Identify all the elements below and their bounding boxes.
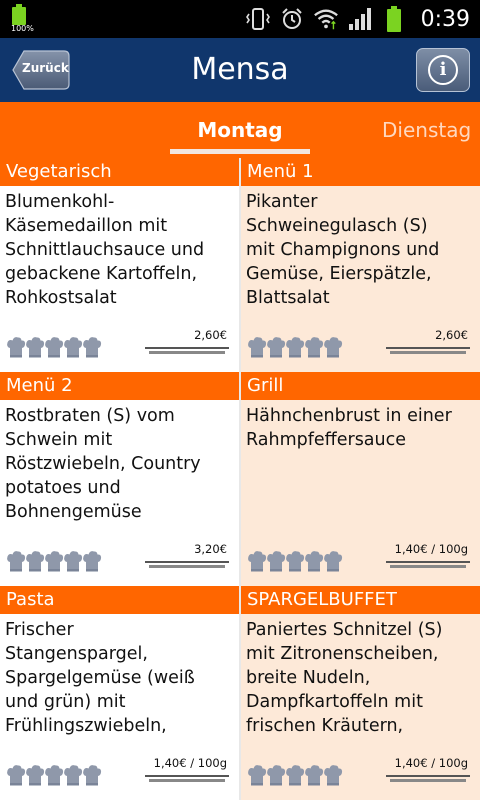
chef-hat-icon — [247, 764, 267, 786]
plate-icon — [145, 347, 229, 354]
tab-indicator — [170, 149, 310, 154]
menu-card-description: Hähnchenbrust in einer Rahmpfeffersauce — [246, 406, 452, 450]
day-tabs: Montag Dienstag — [0, 102, 480, 158]
chef-hat-icon — [25, 764, 45, 786]
menu-card-price: 1,40€ / 100g — [394, 542, 468, 556]
chef-hat-icon — [25, 550, 45, 572]
chef-hat-icon — [285, 550, 305, 572]
menu-card-category: Vegetarisch — [0, 158, 239, 186]
info-icon: i — [428, 55, 458, 85]
plate-icon — [145, 775, 229, 782]
plate-icon — [386, 347, 470, 354]
menu-card-category: Menü 2 — [0, 372, 239, 400]
chef-hat-icon — [44, 764, 64, 786]
chef-hat-icon — [82, 336, 102, 358]
menu-grid: Vegetarisch Blumenkohl- Käsemedaillon mi… — [0, 158, 480, 800]
app-header: Mensa Zurück i — [0, 38, 480, 102]
rating-chef-hats-icon[interactable] — [247, 550, 343, 572]
rating-chef-hats-icon[interactable] — [6, 550, 102, 572]
chef-hat-icon — [25, 336, 45, 358]
chef-hat-icon — [6, 336, 26, 358]
menu-card-menu-2[interactable]: Menü 2 Rostbraten (S) vom Schwein mit Rö… — [0, 372, 239, 586]
chef-hat-icon — [82, 764, 102, 786]
chef-hat-icon — [63, 336, 83, 358]
chef-hat-icon — [44, 550, 64, 572]
info-button[interactable]: i — [416, 48, 470, 92]
rating-chef-hats-icon[interactable] — [6, 336, 102, 358]
chef-hat-icon — [82, 550, 102, 572]
tab-montag[interactable]: Montag — [170, 118, 310, 142]
menu-card-description: Frischer Stangenspargel, Spargelgemüse (… — [5, 620, 195, 736]
plate-icon — [386, 775, 470, 782]
menu-card-grill[interactable]: Grill Hähnchenbrust in einer Rahmpfeffer… — [241, 372, 480, 586]
menu-card-category: Pasta — [0, 586, 239, 614]
menu-card-menu-1[interactable]: Menü 1 Pikanter Schweinegulasch (S) mit … — [241, 158, 480, 372]
menu-card-price: 1,40€ / 100g — [394, 756, 468, 770]
back-button-label: Zurück — [22, 61, 69, 75]
page-title: Mensa — [191, 52, 289, 87]
plate-icon — [145, 561, 229, 568]
chef-hat-icon — [6, 764, 26, 786]
chef-hat-icon — [6, 550, 26, 572]
signal-icon — [347, 6, 373, 32]
menu-card-vegetarisch[interactable]: Vegetarisch Blumenkohl- Käsemedaillon mi… — [0, 158, 239, 372]
rating-chef-hats-icon[interactable] — [6, 764, 102, 786]
chef-hat-icon — [266, 336, 286, 358]
menu-card-category: SPARGELBUFFET — [241, 586, 480, 614]
menu-card-price: 3,20€ — [194, 542, 227, 556]
menu-card-price: 1,40€ / 100g — [153, 756, 227, 770]
rating-chef-hats-icon[interactable] — [247, 764, 343, 786]
chef-hat-icon — [63, 550, 83, 572]
wifi-icon — [313, 6, 339, 32]
menu-card-price: 2,60€ — [194, 328, 227, 342]
back-button[interactable]: Zurück — [12, 50, 70, 90]
vibrate-icon — [245, 6, 271, 32]
chef-hat-icon — [304, 336, 324, 358]
chef-hat-icon — [247, 336, 267, 358]
tab-dienstag[interactable]: Dienstag — [382, 118, 471, 142]
rating-chef-hats-icon[interactable] — [247, 336, 343, 358]
menu-card-description: Pikanter Schweinegulasch (S) mit Champig… — [246, 192, 440, 308]
chef-hat-icon — [44, 336, 64, 358]
chef-hat-icon — [323, 336, 343, 358]
chef-hat-icon — [63, 764, 83, 786]
chef-hat-icon — [266, 764, 286, 786]
chef-hat-icon — [304, 764, 324, 786]
menu-card-description: Blumenkohl- Käsemedaillon mit Schnittlau… — [5, 192, 205, 308]
menu-card-price: 2,60€ — [435, 328, 468, 342]
chef-hat-icon — [266, 550, 286, 572]
menu-card-category: Grill — [241, 372, 480, 400]
alarm-icon — [279, 6, 305, 32]
plate-icon — [386, 561, 470, 568]
chef-hat-icon — [323, 550, 343, 572]
chef-hat-icon — [285, 764, 305, 786]
menu-card-spargelbuffet[interactable]: SPARGELBUFFET Paniertes Schnitzel (S) mi… — [241, 586, 480, 800]
menu-card-category: Menü 1 — [241, 158, 480, 186]
chef-hat-icon — [323, 764, 343, 786]
menu-card-description: Paniertes Schnitzel (S) mit Zitronensche… — [246, 620, 443, 736]
chef-hat-icon — [247, 550, 267, 572]
status-bar: 100% 0:39 — [0, 0, 480, 38]
chef-hat-icon — [285, 336, 305, 358]
menu-card-description: Rostbraten (S) vom Schwein mit Röstzwieb… — [5, 406, 201, 522]
battery-icon — [381, 6, 407, 32]
menu-card-pasta[interactable]: Pasta Frischer Stangenspargel, Spargelge… — [0, 586, 239, 800]
chef-hat-icon — [304, 550, 324, 572]
clock: 0:39 — [420, 6, 470, 32]
battery-percent: 100% — [11, 24, 34, 33]
